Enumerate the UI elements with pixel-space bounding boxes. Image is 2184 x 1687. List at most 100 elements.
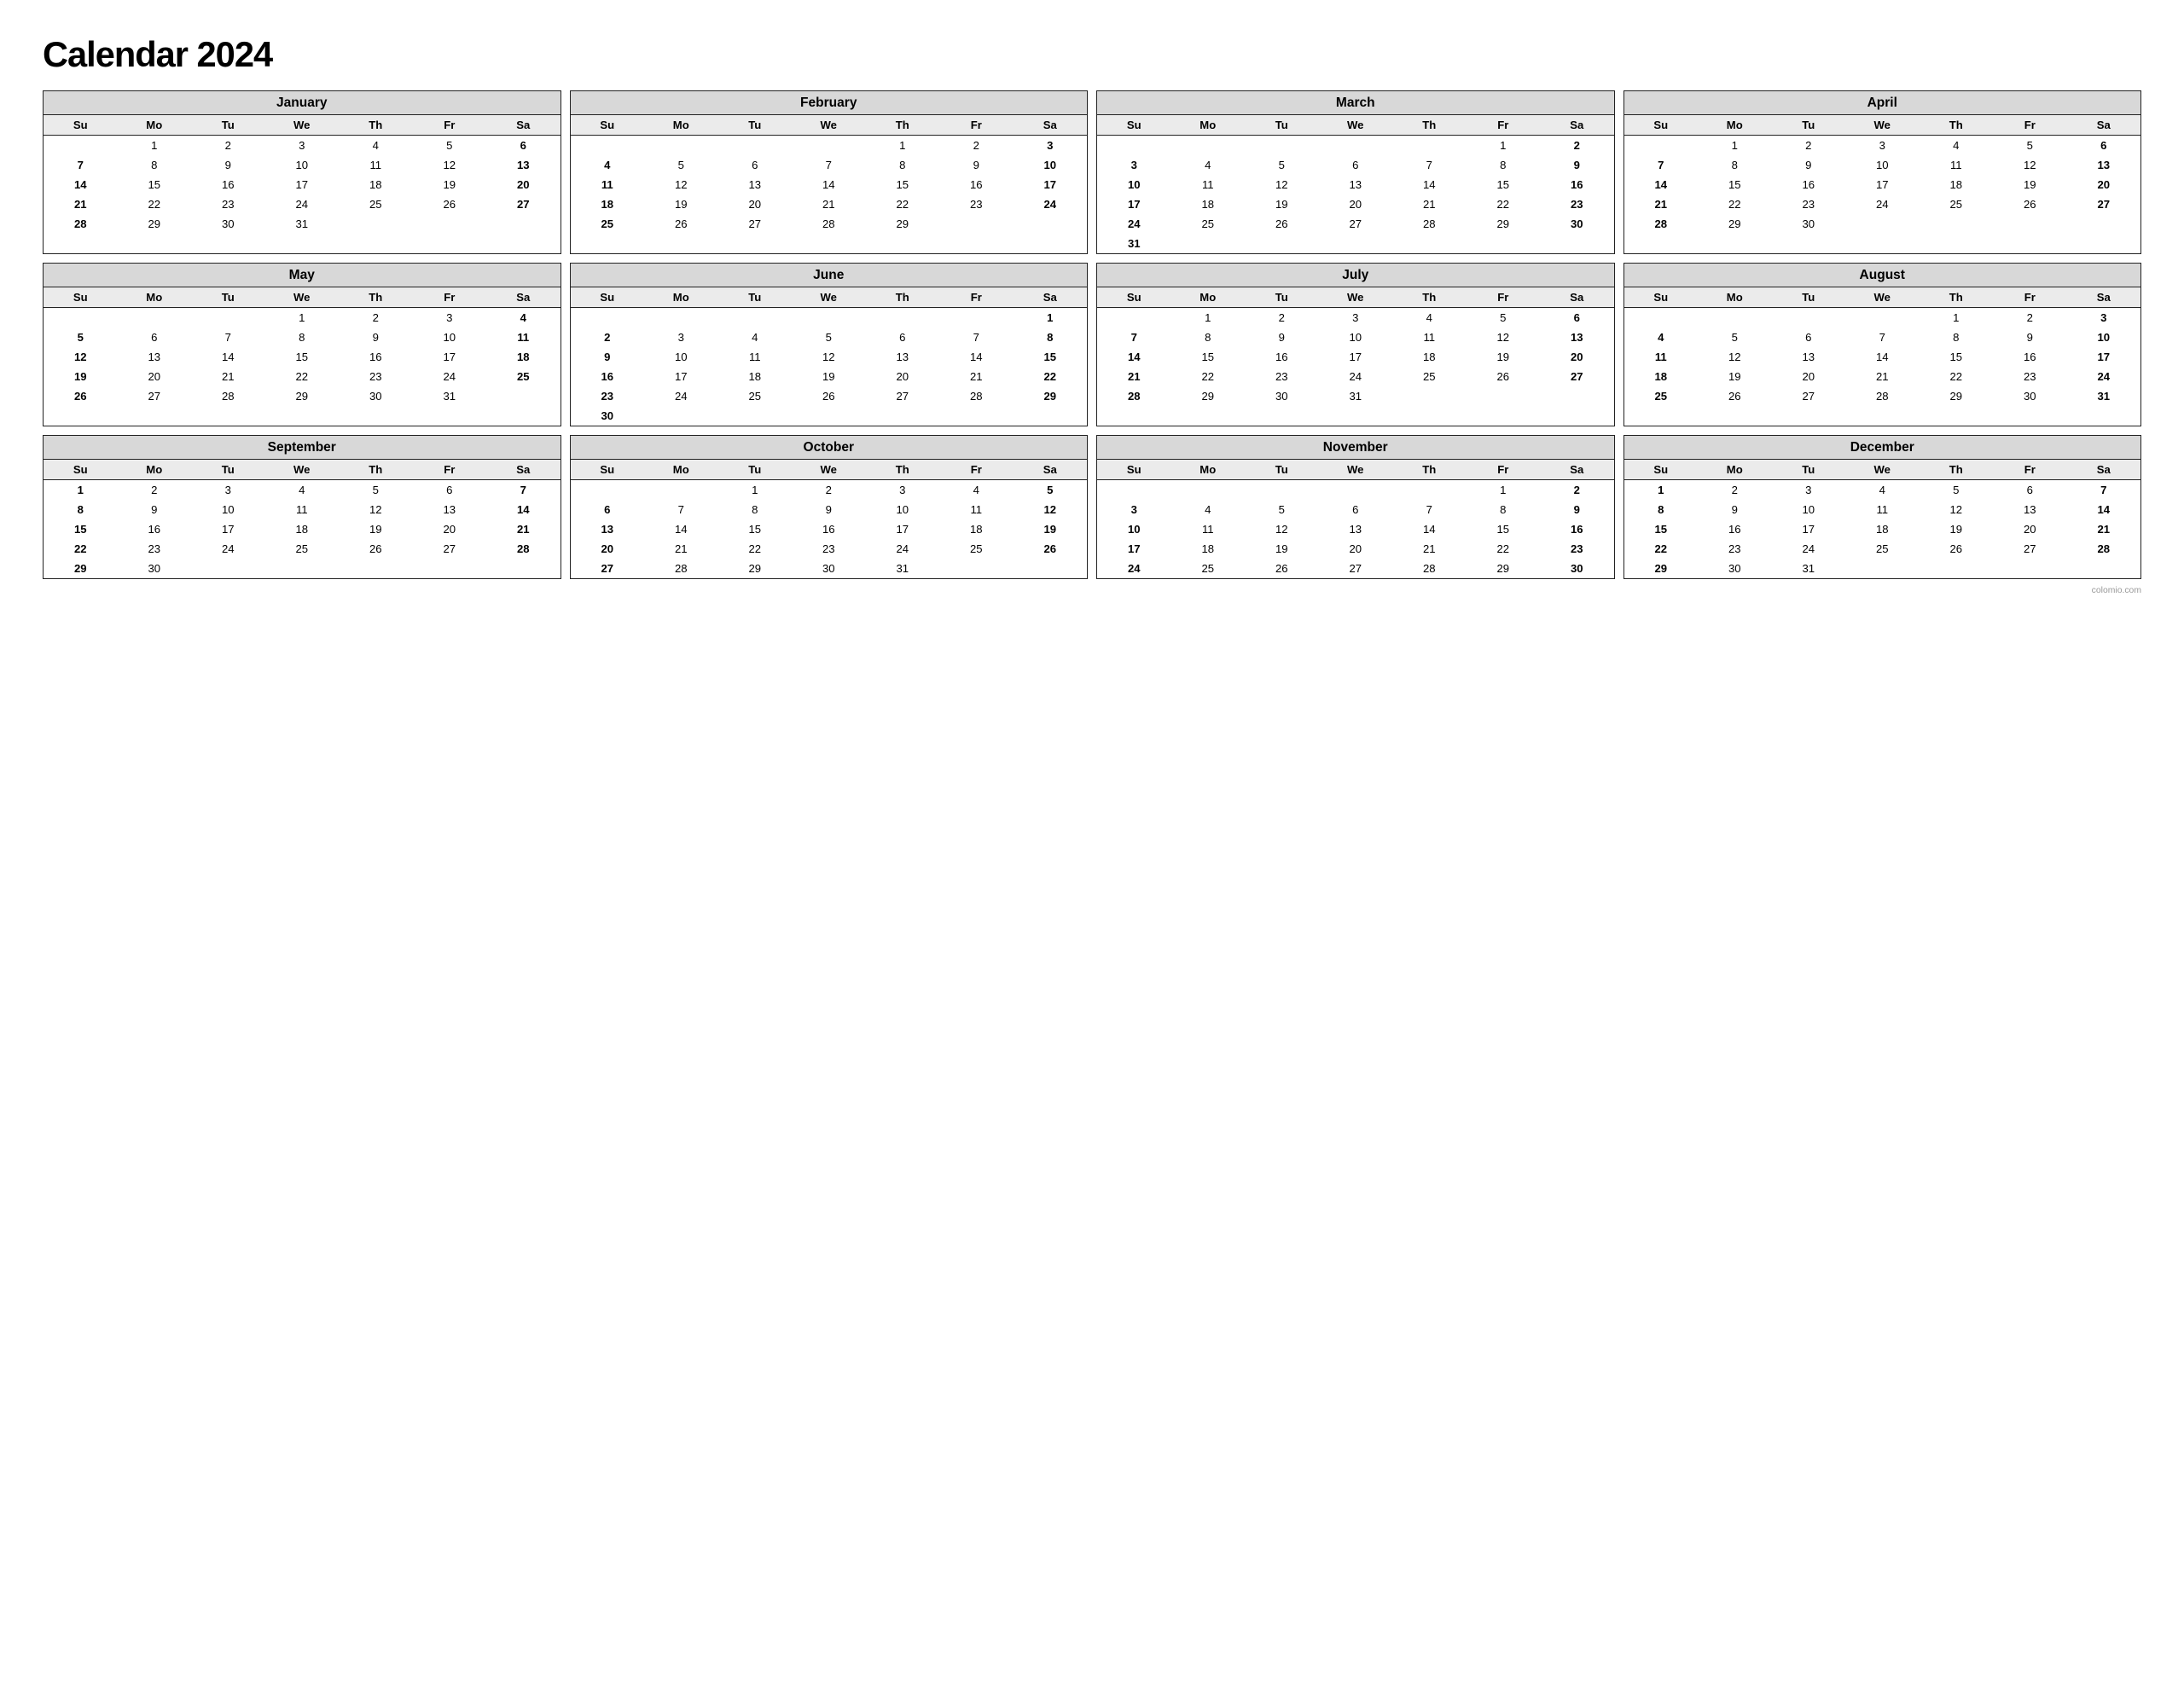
- calendar-day: 24: [1772, 539, 1846, 559]
- month-title-july: July: [1097, 264, 1614, 287]
- calendar-day: 4: [265, 480, 340, 501]
- calendar-day: 5: [644, 155, 718, 175]
- calendar-day: 16: [339, 347, 413, 367]
- calendar-day: 7: [44, 155, 118, 175]
- calendar-day: [939, 559, 1014, 578]
- calendar-day: 19: [1014, 519, 1088, 539]
- month-block-december: DecemberSuMoTuWeThFrSa123456789101112131…: [1623, 435, 2142, 579]
- calendar-day: [718, 308, 793, 328]
- table-row: 10111213141516: [1097, 519, 1614, 539]
- calendar-day: 27: [486, 194, 561, 214]
- calendar-day: 14: [1624, 175, 1699, 194]
- calendar-day: 28: [191, 386, 265, 406]
- calendar-day: 24: [1014, 194, 1088, 214]
- calendar-day: 2: [118, 480, 192, 501]
- table-row: 1234567: [1624, 480, 2141, 501]
- table-row: 567891011: [44, 328, 561, 347]
- calendar-day: [486, 559, 561, 578]
- calendar-day: 18: [1845, 519, 1920, 539]
- month-block-march: MarchSuMoTuWeThFrSa123456789101112131415…: [1096, 90, 1615, 254]
- month-table-march: SuMoTuWeThFrSa12345678910111213141516171…: [1097, 115, 1614, 253]
- month-block-october: OctoberSuMoTuWeThFrSa1234567891011121314…: [570, 435, 1089, 579]
- calendar-day: 6: [1993, 480, 2067, 501]
- day-header-tu: Tu: [1772, 460, 1846, 480]
- table-row: 31: [1097, 234, 1614, 253]
- calendar-day: 31: [1097, 234, 1171, 253]
- calendar-day: 17: [2067, 347, 2141, 367]
- month-block-june: JuneSuMoTuWeThFrSa1234567891011121314151…: [570, 263, 1089, 426]
- day-header-th: Th: [866, 115, 940, 136]
- calendar-day: [1097, 480, 1171, 501]
- calendar-day: 25: [486, 367, 561, 386]
- calendar-day: [1624, 136, 1699, 156]
- table-row: 24252627282930: [1097, 559, 1614, 578]
- calendar-day: 11: [1171, 519, 1246, 539]
- calendar-day: 14: [644, 519, 718, 539]
- calendar-day: [191, 559, 265, 578]
- day-header-we: We: [1845, 115, 1920, 136]
- calendar-day: 6: [866, 328, 940, 347]
- calendar-day: 9: [939, 155, 1014, 175]
- table-row: 20212223242526: [571, 539, 1088, 559]
- calendar-day: 12: [792, 347, 866, 367]
- month-title-november: November: [1097, 436, 1614, 460]
- calendar-day: 25: [939, 539, 1014, 559]
- calendar-day: 29: [1171, 386, 1246, 406]
- day-header-su: Su: [44, 460, 118, 480]
- calendar-day: 5: [1920, 480, 1994, 501]
- day-header-th: Th: [1392, 287, 1467, 308]
- month-table-august: SuMoTuWeThFrSa12345678910111213141516171…: [1624, 287, 2141, 406]
- calendar-day: 28: [1097, 386, 1171, 406]
- table-row: 9101112131415: [571, 347, 1088, 367]
- calendar-day: 10: [866, 500, 940, 519]
- day-header-mo: Mo: [1171, 287, 1246, 308]
- month-table-october: SuMoTuWeThFrSa12345678910111213141516171…: [571, 460, 1088, 578]
- calendar-day: 4: [339, 136, 413, 156]
- calendar-day: 25: [1845, 539, 1920, 559]
- month-table-may: SuMoTuWeThFrSa12345678910111213141516171…: [44, 287, 561, 406]
- calendar-day: [644, 308, 718, 328]
- calendar-day: 30: [1698, 559, 1772, 578]
- calendar-day: 26: [339, 539, 413, 559]
- month-block-may: MaySuMoTuWeThFrSa12345678910111213141516…: [43, 263, 561, 426]
- calendar-day: [1171, 234, 1246, 253]
- calendar-day: 22: [1698, 194, 1772, 214]
- calendar-day: 20: [1993, 519, 2067, 539]
- calendar-day: 2: [1245, 308, 1319, 328]
- calendar-day: 27: [866, 386, 940, 406]
- month-title-march: March: [1097, 91, 1614, 115]
- table-row: 3456789: [1097, 155, 1614, 175]
- day-header-th: Th: [866, 460, 940, 480]
- calendar-day: 23: [339, 367, 413, 386]
- table-row: 17181920212223: [1097, 539, 1614, 559]
- calendar-day: 19: [792, 367, 866, 386]
- month-block-november: NovemberSuMoTuWeThFrSa123456789101112131…: [1096, 435, 1615, 579]
- calendar-day: 27: [1319, 214, 1393, 234]
- calendar-day: 9: [1993, 328, 2067, 347]
- day-header-th: Th: [339, 115, 413, 136]
- day-header-fr: Fr: [939, 460, 1014, 480]
- calendar-day: 20: [413, 519, 487, 539]
- calendar-day: 28: [644, 559, 718, 578]
- calendar-day: 26: [1014, 539, 1088, 559]
- table-row: 25262728293031: [1624, 386, 2141, 406]
- calendar-day: 1: [265, 308, 340, 328]
- day-header-we: We: [1319, 460, 1393, 480]
- calendar-day: [1245, 136, 1319, 156]
- month-table-december: SuMoTuWeThFrSa12345678910111213141516171…: [1624, 460, 2141, 578]
- table-row: 11121314151617: [1624, 347, 2141, 367]
- day-header-fr: Fr: [413, 287, 487, 308]
- calendar-day: [718, 136, 793, 156]
- calendar-day: 23: [1540, 539, 1614, 559]
- calendar-day: 18: [571, 194, 645, 214]
- calendar-day: 31: [265, 214, 340, 234]
- calendar-day: 1: [718, 480, 793, 501]
- calendar-day: 2: [1698, 480, 1772, 501]
- calendar-day: [939, 308, 1014, 328]
- calendar-day: 14: [792, 175, 866, 194]
- calendar-day: 4: [571, 155, 645, 175]
- day-header-tu: Tu: [1772, 287, 1846, 308]
- calendar-day: [1540, 234, 1614, 253]
- day-header-th: Th: [339, 460, 413, 480]
- table-row: 78910111213: [1624, 155, 2141, 175]
